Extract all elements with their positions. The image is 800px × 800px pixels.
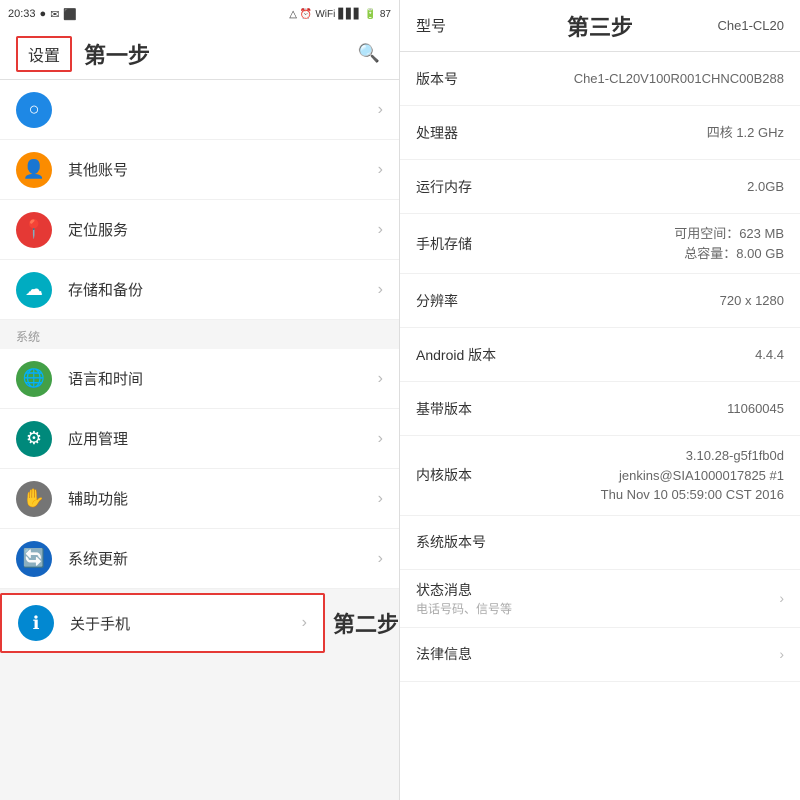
system-section-label: 系统 [0, 320, 399, 349]
menu-item-language[interactable]: 🌐 语言和时间 › [0, 349, 399, 409]
legal-arrow: › [779, 646, 784, 662]
time-display: 20:33 [8, 8, 36, 20]
location-label: 定位服务 [68, 219, 378, 240]
language-arrow: › [378, 370, 383, 388]
account-arrow: › [378, 161, 383, 179]
menu-item-assist[interactable]: ✋ 辅助功能 › [0, 469, 399, 529]
cpu-label: 处理器 [416, 123, 506, 143]
row-storage: 手机存储 可用空间：623 MB总容量：8.00 GB [400, 214, 800, 274]
step-two-label: 第二步 [333, 607, 399, 639]
row-legal[interactable]: 法律信息 › [400, 628, 800, 682]
account-label: 其他账号 [68, 159, 378, 180]
right-panel: 型号 第三步 Che1-CL20 版本号 Che1-CL20V100R001CH… [400, 0, 800, 800]
cpu-value: 四核 1.2 GHz [506, 123, 784, 143]
kernel-label: 内核版本 [416, 465, 506, 485]
location-arrow: › [378, 221, 383, 239]
row-status[interactable]: 状态消息 电话号码、信号等 › [400, 570, 800, 628]
model-header-label: 型号 [416, 15, 508, 36]
first-arrow: › [378, 101, 383, 119]
battery-icon: 🔋 [364, 9, 376, 20]
battery-value: 87 [380, 9, 391, 20]
status-bar: 20:33 ● ✉ ⬛ △ ⏰ WiFi ▋▋▋ 🔋 87 [0, 0, 399, 28]
update-arrow: › [378, 550, 383, 568]
left-panel: 20:33 ● ✉ ⬛ △ ⏰ WiFi ▋▋▋ 🔋 87 设置 第一步 🔍 ○… [0, 0, 400, 800]
appmanage-arrow: › [378, 430, 383, 448]
appmanage-label: 应用管理 [68, 428, 378, 449]
status-right: △ ⏰ WiFi ▋▋▋ 🔋 87 [289, 9, 391, 20]
update-label: 系统更新 [68, 548, 378, 569]
wifi-icon: WiFi [315, 9, 335, 20]
menu-item-first[interactable]: ○ › [0, 80, 399, 140]
ram-value: 2.0GB [506, 177, 784, 197]
menu-item-account[interactable]: 👤 其他账号 › [0, 140, 399, 200]
signal-icon: ▋▋▋ [338, 9, 361, 20]
row-sysbuild: 系统版本号 [400, 516, 800, 570]
settings-label: 设置 [28, 48, 60, 65]
row-baseband: 基带版本 11060045 [400, 382, 800, 436]
android-value: 4.4.4 [506, 345, 784, 365]
row-android: Android 版本 4.4.4 [400, 328, 800, 382]
storage-label: 存储和备份 [68, 279, 378, 300]
menu-item-location[interactable]: 📍 定位服务 › [0, 200, 399, 260]
android-label: Android 版本 [416, 345, 506, 365]
screenshot-icon: ⬛ [63, 8, 77, 21]
settings-label-box: 设置 [16, 36, 72, 72]
mail-icon: ✉ [50, 8, 59, 21]
sysbuild-label: 系统版本号 [416, 532, 506, 552]
signal-dot: ● [40, 8, 47, 20]
assist-label: 辅助功能 [68, 488, 378, 509]
legal-label: 法律信息 [416, 644, 506, 664]
baseband-label: 基带版本 [416, 399, 506, 419]
right-header: 型号 第三步 Che1-CL20 [400, 0, 800, 52]
assist-arrow: › [378, 490, 383, 508]
language-label: 语言和时间 [68, 368, 378, 389]
baseband-value: 11060045 [506, 399, 784, 419]
version-value: Che1-CL20V100R001CHNC00B288 [506, 69, 784, 89]
menu-item-appmanage[interactable]: ⚙ 应用管理 › [0, 409, 399, 469]
row-kernel: 内核版本 3.10.28-g5f1fb0djenkins@SIA10000178… [400, 436, 800, 516]
alarm-icon: ⏰ [300, 9, 312, 20]
storage-arrow: › [378, 281, 383, 299]
left-header: 设置 第一步 🔍 [0, 28, 399, 80]
about-icon: ℹ [18, 605, 54, 641]
sim-icon: △ [289, 9, 297, 20]
menu-item-update[interactable]: 🔄 系统更新 › [0, 529, 399, 589]
status-label: 状态消息 [416, 580, 506, 600]
about-label: 关于手机 [70, 613, 302, 634]
menu-item-about[interactable]: ℹ 关于手机 › [0, 593, 325, 653]
row-resolution: 分辨率 720 x 1280 [400, 274, 800, 328]
update-icon: 🔄 [16, 541, 52, 577]
ram-label: 运行内存 [416, 177, 506, 197]
resolution-label: 分辨率 [416, 291, 506, 311]
storage-value: 可用空间：623 MB总容量：8.00 GB [506, 224, 784, 263]
step-three-label: 第三步 [508, 10, 692, 42]
menu-item-storage[interactable]: ☁ 存储和备份 › [0, 260, 399, 320]
appmanage-icon: ⚙ [16, 421, 52, 457]
version-label: 版本号 [416, 69, 506, 89]
resolution-value: 720 x 1280 [506, 291, 784, 311]
account-icon: 👤 [16, 152, 52, 188]
location-icon: 📍 [16, 212, 52, 248]
model-header-value: Che1-CL20 [692, 18, 784, 33]
row-ram: 运行内存 2.0GB [400, 160, 800, 214]
row-cpu: 处理器 四核 1.2 GHz [400, 106, 800, 160]
language-icon: 🌐 [16, 361, 52, 397]
step-one-label: 第一步 [84, 38, 355, 70]
kernel-value: 3.10.28-g5f1fb0djenkins@SIA1000017825 #1… [506, 446, 784, 505]
about-arrow: › [302, 614, 307, 632]
status-sublabel: 电话号码、信号等 [416, 600, 771, 617]
storage-icon: ☁ [16, 272, 52, 308]
search-button[interactable]: 🔍 [355, 40, 383, 68]
status-left: 20:33 ● ✉ ⬛ [8, 8, 77, 21]
first-icon: ○ [16, 92, 52, 128]
storage-label-r: 手机存储 [416, 234, 506, 254]
status-arrow: › [779, 590, 784, 606]
assist-icon: ✋ [16, 481, 52, 517]
row-version: 版本号 Che1-CL20V100R001CHNC00B288 [400, 52, 800, 106]
